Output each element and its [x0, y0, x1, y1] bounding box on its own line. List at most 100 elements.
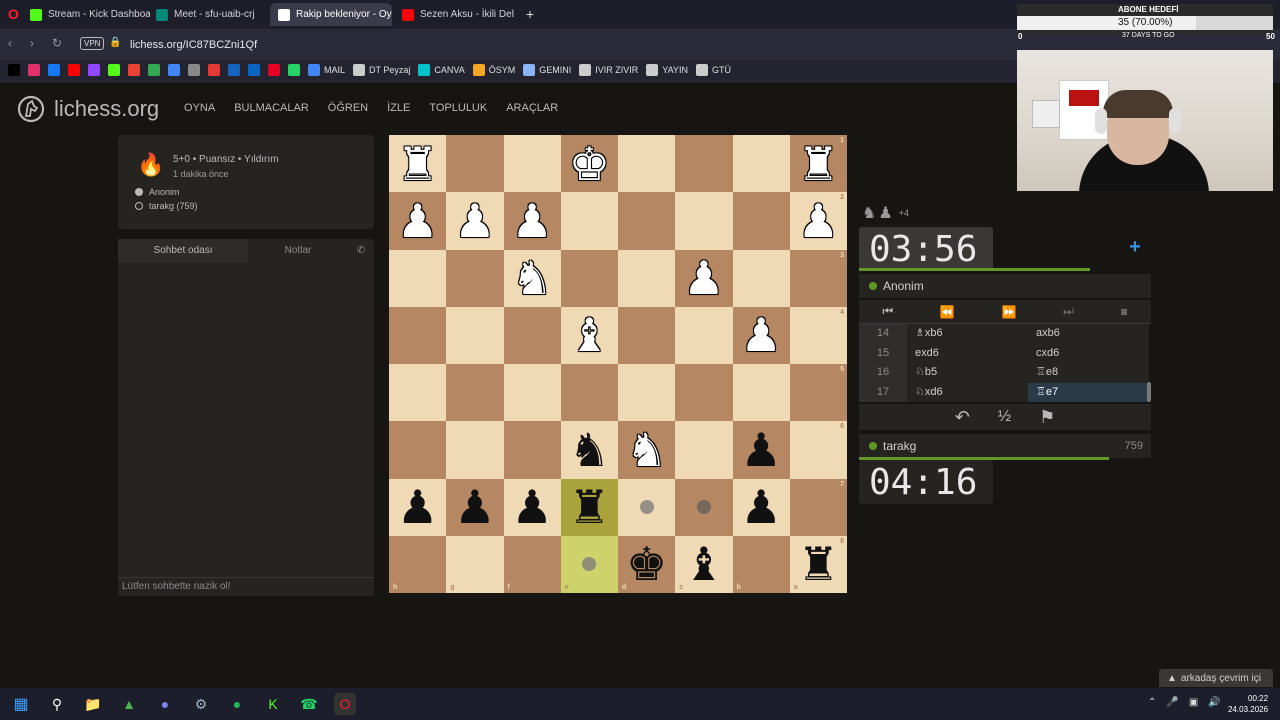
bookmark-item[interactable] [268, 64, 280, 76]
white-rook-icon[interactable]: ♜ [798, 141, 839, 187]
board-square[interactable] [675, 478, 733, 536]
mic-icon[interactable]: 🎤 [1166, 697, 1178, 708]
draw-offer-icon[interactable]: ½ [998, 408, 1011, 426]
chat-input[interactable]: Lütfen sohbette nazik ol! [118, 577, 374, 596]
friends-online[interactable]: ▲ arkadaş çevrim içi [1159, 669, 1273, 687]
whatsapp-icon[interactable]: ☎ [298, 693, 320, 715]
board-square[interactable]: ♞ [618, 421, 676, 479]
board-square[interactable] [675, 135, 733, 193]
board-square[interactable] [560, 192, 618, 250]
tab-notes[interactable]: Notlar [248, 239, 348, 262]
board-square[interactable] [618, 478, 676, 536]
board-square[interactable] [732, 192, 790, 250]
phone-icon[interactable]: ✆ [348, 239, 374, 262]
steam-icon[interactable]: ⚙ [190, 693, 212, 715]
bookmark-item[interactable]: DT Peyzaj [353, 64, 410, 76]
board-square[interactable] [446, 249, 504, 307]
board-square[interactable] [560, 249, 618, 307]
white-bishop-icon[interactable]: ♝ [569, 312, 610, 358]
black-move[interactable]: ♖e8 [1028, 363, 1149, 383]
board-square[interactable] [732, 135, 790, 193]
move-hint-dot[interactable] [696, 500, 711, 515]
black-king-icon[interactable]: ♚ [626, 541, 667, 587]
board-square[interactable] [618, 364, 676, 422]
spotify-icon[interactable]: ● [226, 693, 248, 715]
bookmark-item[interactable] [188, 64, 200, 76]
new-tab-button[interactable]: + [522, 6, 538, 22]
white-move[interactable]: exd6 [907, 344, 1028, 364]
bookmark-item[interactable] [88, 64, 100, 76]
board-square[interactable] [732, 249, 790, 307]
board-square[interactable] [389, 364, 447, 422]
board-square[interactable]: ♚ [560, 135, 618, 193]
white-pawn-icon[interactable]: ♟ [741, 312, 782, 358]
bookmark-item[interactable] [48, 64, 60, 76]
black-pawn-icon[interactable]: ♟ [454, 484, 495, 530]
forward-icon[interactable]: › [30, 36, 34, 50]
board-square[interactable]: ♚ d [618, 535, 676, 593]
board-square[interactable] [503, 306, 561, 364]
board-square[interactable]: ♟ [446, 478, 504, 536]
browser-tab[interactable]: Sezen Aksu - İkili Delil [394, 3, 514, 26]
board-square[interactable]: ♝ c [675, 535, 733, 593]
takeback-icon[interactable]: ↶ [955, 407, 970, 428]
white-pawn-icon[interactable]: ♟ [397, 198, 438, 244]
board-square[interactable] [560, 364, 618, 422]
board-square[interactable] [618, 249, 676, 307]
board-square[interactable]: ♜ 8 a [789, 535, 847, 593]
prev-move-icon[interactable]: ⏪ [940, 305, 955, 319]
bookmark-item[interactable]: GTÜ [695, 64, 731, 76]
board-square[interactable]: ♜ 1 [789, 135, 847, 193]
lock-icon[interactable]: 🔒 [109, 37, 121, 48]
site-logo[interactable]: lichess.org [16, 94, 159, 124]
opera-taskbar-icon[interactable]: O [334, 693, 356, 715]
board-square[interactable]: ♟ [675, 249, 733, 307]
bookmark-item[interactable]: CANVA [418, 64, 465, 76]
white-king-icon[interactable]: ♚ [569, 141, 610, 187]
white-knight-icon[interactable]: ♞ [512, 255, 553, 301]
white-move[interactable]: ♗xb6 [907, 324, 1028, 344]
bookmark-item[interactable] [148, 64, 160, 76]
white-rook-icon[interactable]: ♜ [397, 141, 438, 187]
move-list-scrollbar[interactable] [1147, 382, 1151, 402]
white-pawn-icon[interactable]: ♟ [512, 198, 553, 244]
bookmark-item[interactable] [28, 64, 40, 76]
board-square[interactable] [675, 421, 733, 479]
bookmark-item[interactable] [248, 64, 260, 76]
search-icon[interactable]: ⚲ [46, 693, 68, 715]
move-hint-dot[interactable] [639, 500, 654, 515]
opponent-row[interactable]: Anonim [859, 274, 1151, 298]
board-square[interactable] [503, 421, 561, 479]
board-square[interactable] [389, 421, 447, 479]
board-square[interactable]: ♟ [732, 478, 790, 536]
black-move[interactable]: axb6 [1028, 324, 1149, 344]
board-square[interactable] [446, 364, 504, 422]
board-square[interactable]: 5 [789, 364, 847, 422]
bookmark-item[interactable] [228, 64, 240, 76]
black-player-line[interactable]: tarakg (759) [135, 201, 198, 211]
bookmark-item[interactable] [128, 64, 140, 76]
browser-tab[interactable]: Rakip bekleniyor - Oy [270, 3, 392, 26]
first-move-icon[interactable]: ⏮ [882, 304, 893, 319]
board-square[interactable]: ♟ [389, 478, 447, 536]
windows-start-icon[interactable]: ▦ [10, 693, 32, 715]
white-pawn-icon[interactable]: ♟ [454, 198, 495, 244]
bookmark-item[interactable] [208, 64, 220, 76]
bookmark-item[interactable]: ÖSYM [472, 64, 515, 76]
nav-item[interactable]: BULMACALAR [234, 102, 309, 114]
black-bishop-icon[interactable]: ♝ [683, 541, 724, 587]
bookmark-item[interactable]: MAIL [308, 64, 345, 76]
board-square[interactable] [503, 364, 561, 422]
board-square[interactable]: ♜ [560, 478, 618, 536]
board-square[interactable] [503, 135, 561, 193]
board-square[interactable]: 6 [789, 421, 847, 479]
add-time-icon[interactable]: + [1126, 237, 1144, 257]
opera-logo-icon[interactable]: O [8, 6, 20, 22]
board-square[interactable]: f [503, 535, 561, 593]
bookmark-item[interactable] [168, 64, 180, 76]
black-pawn-icon[interactable]: ♟ [741, 427, 782, 473]
board-square[interactable]: g [446, 535, 504, 593]
white-move[interactable]: ♘b5 [907, 363, 1028, 383]
system-clock[interactable]: 00:22 24.03.2026 [1228, 693, 1268, 715]
board-square[interactable]: 3 [789, 249, 847, 307]
